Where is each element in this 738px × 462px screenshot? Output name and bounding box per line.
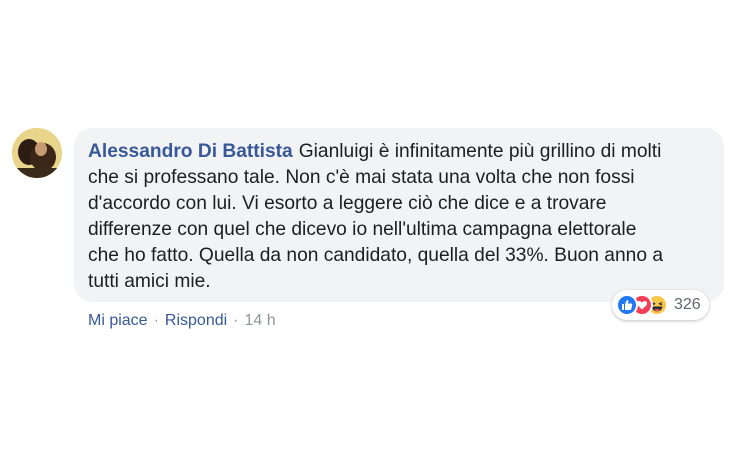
comment-line-3: d'accordo con lui. Vi esorto a leggere c… bbox=[88, 193, 607, 214]
comment-line-6: tutti amici mie. bbox=[88, 271, 211, 292]
reactions-summary[interactable]: 326 bbox=[612, 290, 709, 320]
avatar-image bbox=[12, 128, 62, 178]
avatar[interactable] bbox=[12, 128, 62, 178]
reply-link[interactable]: Rispondi bbox=[165, 312, 227, 330]
reaction-count: 326 bbox=[674, 296, 701, 313]
comment-line-1: Alessandro Di Battista Gianluigi è infini… bbox=[88, 139, 710, 165]
comment-line-4: differenze con quel che dicevo io nell'u… bbox=[88, 219, 637, 240]
like-icon bbox=[616, 294, 638, 316]
comment-text: Gianluigi è infinitamente più grillino d… bbox=[298, 141, 662, 162]
comment-bubble: Alessandro Di Battista Gianluigi è infini… bbox=[74, 128, 724, 302]
separator: · bbox=[233, 312, 239, 329]
separator: · bbox=[153, 312, 159, 329]
author-name[interactable]: Alessandro Di Battista bbox=[88, 141, 293, 162]
like-link[interactable]: Mi piace bbox=[88, 312, 148, 330]
comment-line-2: che si professano tale. Non c'è mai stat… bbox=[88, 167, 635, 188]
timestamp[interactable]: 14 h bbox=[245, 312, 276, 330]
comment-line-5: che ho fatto. Quella da non candidato, q… bbox=[88, 245, 663, 266]
comment-actions: Mi piace · Rispondi · 14 h bbox=[88, 312, 276, 330]
